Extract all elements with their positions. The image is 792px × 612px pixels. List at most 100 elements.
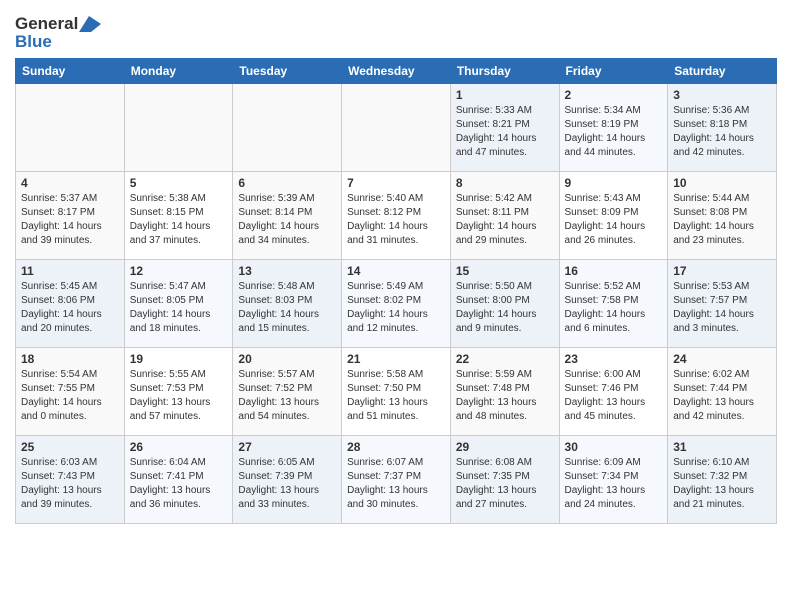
calendar-cell: 28 Sunrise: 6:07 AM Sunset: 7:37 PM Dayli… (342, 436, 451, 524)
day-number: 8 (456, 176, 554, 190)
day-number: 20 (238, 352, 336, 366)
day-number: 7 (347, 176, 445, 190)
day-number: 13 (238, 264, 336, 278)
day-info: Sunrise: 5:58 AM Sunset: 7:50 PM Dayligh… (347, 368, 445, 424)
day-number: 23 (565, 352, 663, 366)
calendar-cell: 3 Sunrise: 5:36 AM Sunset: 8:18 PM Daylig… (668, 84, 777, 172)
day-info: Sunrise: 6:03 AM Sunset: 7:43 PM Dayligh… (21, 456, 119, 512)
calendar-cell: 17Sunrise: 5:53 AM Sunset: 7:57 PM Dayli… (668, 260, 777, 348)
logo: General Blue (15, 10, 101, 52)
day-info: Sunrise: 6:04 AM Sunset: 7:41 PM Dayligh… (130, 456, 228, 512)
day-number: 24 (673, 352, 771, 366)
col-header-saturday: Saturday (668, 59, 777, 84)
calendar-cell: 16 Sunrise: 5:52 AM Sunset: 7:58 PM Dayli… (559, 260, 668, 348)
calendar-cell (233, 84, 342, 172)
calendar-cell: 30 Sunrise: 6:09 AM Sunset: 7:34 PM Dayli… (559, 436, 668, 524)
day-number: 26 (130, 440, 228, 454)
calendar-week-5: 25 Sunrise: 6:03 AM Sunset: 7:43 PM Dayli… (16, 436, 777, 524)
calendar-cell: 9 Sunrise: 5:43 AM Sunset: 8:09 PM Daylig… (559, 172, 668, 260)
calendar-cell: 10 Sunrise: 5:44 AM Sunset: 8:08 PM Dayli… (668, 172, 777, 260)
day-info: Sunrise: 5:34 AM Sunset: 8:19 PM Dayligh… (565, 104, 663, 160)
day-number: 31 (673, 440, 771, 454)
calendar-cell: 12 Sunrise: 5:47 AM Sunset: 8:05 PM Dayli… (124, 260, 233, 348)
day-number: 28 (347, 440, 445, 454)
day-info: Sunrise: 5:33 AM Sunset: 8:21 PM Dayligh… (456, 104, 554, 160)
calendar-cell: 14Sunrise: 5:49 AM Sunset: 8:02 PM Dayli… (342, 260, 451, 348)
calendar-cell: 20 Sunrise: 5:57 AM Sunset: 7:52 PM Dayli… (233, 348, 342, 436)
day-number: 6 (238, 176, 336, 190)
day-info: Sunrise: 6:07 AM Sunset: 7:37 PM Dayligh… (347, 456, 445, 512)
calendar-cell: 6Sunrise: 5:39 AM Sunset: 8:14 PM Daylig… (233, 172, 342, 260)
day-info: Sunrise: 5:50 AM Sunset: 8:00 PM Dayligh… (456, 280, 554, 336)
day-number: 25 (21, 440, 119, 454)
col-header-wednesday: Wednesday (342, 59, 451, 84)
calendar-cell: 21 Sunrise: 5:58 AM Sunset: 7:50 PM Dayli… (342, 348, 451, 436)
col-header-thursday: Thursday (450, 59, 559, 84)
day-info: Sunrise: 6:09 AM Sunset: 7:34 PM Dayligh… (565, 456, 663, 512)
calendar-cell: 26 Sunrise: 6:04 AM Sunset: 7:41 PM Dayli… (124, 436, 233, 524)
logo-general-text: General (15, 14, 78, 34)
col-header-monday: Monday (124, 59, 233, 84)
day-info: Sunrise: 5:36 AM Sunset: 8:18 PM Dayligh… (673, 104, 771, 160)
day-info: Sunrise: 5:48 AM Sunset: 8:03 PM Dayligh… (238, 280, 336, 336)
day-info: Sunrise: 5:55 AM Sunset: 7:53 PM Dayligh… (130, 368, 228, 424)
calendar-cell (342, 84, 451, 172)
col-header-tuesday: Tuesday (233, 59, 342, 84)
day-number: 9 (565, 176, 663, 190)
day-info: Sunrise: 5:59 AM Sunset: 7:48 PM Dayligh… (456, 368, 554, 424)
logo-icon (79, 16, 101, 32)
day-info: Sunrise: 6:08 AM Sunset: 7:35 PM Dayligh… (456, 456, 554, 512)
calendar-cell: 13 Sunrise: 5:48 AM Sunset: 8:03 PM Dayli… (233, 260, 342, 348)
col-header-friday: Friday (559, 59, 668, 84)
day-info: Sunrise: 5:38 AM Sunset: 8:15 PM Dayligh… (130, 192, 228, 248)
day-info: Sunrise: 5:54 AM Sunset: 7:55 PM Dayligh… (21, 368, 119, 424)
day-number: 30 (565, 440, 663, 454)
calendar-cell: 22 Sunrise: 5:59 AM Sunset: 7:48 PM Dayli… (450, 348, 559, 436)
calendar-cell: 25 Sunrise: 6:03 AM Sunset: 7:43 PM Dayli… (16, 436, 125, 524)
day-number: 21 (347, 352, 445, 366)
day-number: 3 (673, 88, 771, 102)
day-info: Sunrise: 5:57 AM Sunset: 7:52 PM Dayligh… (238, 368, 336, 424)
day-info: Sunrise: 5:44 AM Sunset: 8:08 PM Dayligh… (673, 192, 771, 248)
calendar-cell: 31Sunrise: 6:10 AM Sunset: 7:32 PM Dayli… (668, 436, 777, 524)
day-number: 29 (456, 440, 554, 454)
day-number: 19 (130, 352, 228, 366)
calendar-cell (16, 84, 125, 172)
day-info: Sunrise: 5:42 AM Sunset: 8:11 PM Dayligh… (456, 192, 554, 248)
calendar-cell: 15Sunrise: 5:50 AM Sunset: 8:00 PM Dayli… (450, 260, 559, 348)
calendar-cell: 2Sunrise: 5:34 AM Sunset: 8:19 PM Daylig… (559, 84, 668, 172)
calendar-cell: 19 Sunrise: 5:55 AM Sunset: 7:53 PM Dayli… (124, 348, 233, 436)
day-number: 4 (21, 176, 119, 190)
day-number: 14 (347, 264, 445, 278)
day-info: Sunrise: 5:52 AM Sunset: 7:58 PM Dayligh… (565, 280, 663, 336)
calendar-cell: 1Sunrise: 5:33 AM Sunset: 8:21 PM Daylig… (450, 84, 559, 172)
col-header-sunday: Sunday (16, 59, 125, 84)
day-info: Sunrise: 5:45 AM Sunset: 8:06 PM Dayligh… (21, 280, 119, 336)
calendar-table: SundayMondayTuesdayWednesdayThursdayFrid… (15, 58, 777, 524)
calendar-cell: 24Sunrise: 6:02 AM Sunset: 7:44 PM Dayli… (668, 348, 777, 436)
day-info: Sunrise: 5:37 AM Sunset: 8:17 PM Dayligh… (21, 192, 119, 248)
calendar-header-row: SundayMondayTuesdayWednesdayThursdayFrid… (16, 59, 777, 84)
calendar-cell: 29 Sunrise: 6:08 AM Sunset: 7:35 PM Dayli… (450, 436, 559, 524)
day-info: Sunrise: 5:43 AM Sunset: 8:09 PM Dayligh… (565, 192, 663, 248)
day-number: 10 (673, 176, 771, 190)
day-number: 27 (238, 440, 336, 454)
calendar-cell: 23 Sunrise: 6:00 AM Sunset: 7:46 PM Dayli… (559, 348, 668, 436)
logo-blue-text: Blue (15, 32, 52, 52)
day-number: 5 (130, 176, 228, 190)
day-info: Sunrise: 6:05 AM Sunset: 7:39 PM Dayligh… (238, 456, 336, 512)
day-number: 18 (21, 352, 119, 366)
day-number: 12 (130, 264, 228, 278)
calendar-cell (124, 84, 233, 172)
calendar-week-2: 4 Sunrise: 5:37 AM Sunset: 8:17 PM Daylig… (16, 172, 777, 260)
day-number: 16 (565, 264, 663, 278)
calendar-cell: 5 Sunrise: 5:38 AM Sunset: 8:15 PM Daylig… (124, 172, 233, 260)
calendar-cell: 27 Sunrise: 6:05 AM Sunset: 7:39 PM Dayli… (233, 436, 342, 524)
calendar-cell: 7Sunrise: 5:40 AM Sunset: 8:12 PM Daylig… (342, 172, 451, 260)
day-info: Sunrise: 6:00 AM Sunset: 7:46 PM Dayligh… (565, 368, 663, 424)
day-info: Sunrise: 5:47 AM Sunset: 8:05 PM Dayligh… (130, 280, 228, 336)
page-header: General Blue (15, 10, 777, 52)
calendar-cell: 8 Sunrise: 5:42 AM Sunset: 8:11 PM Daylig… (450, 172, 559, 260)
day-number: 17 (673, 264, 771, 278)
day-number: 22 (456, 352, 554, 366)
